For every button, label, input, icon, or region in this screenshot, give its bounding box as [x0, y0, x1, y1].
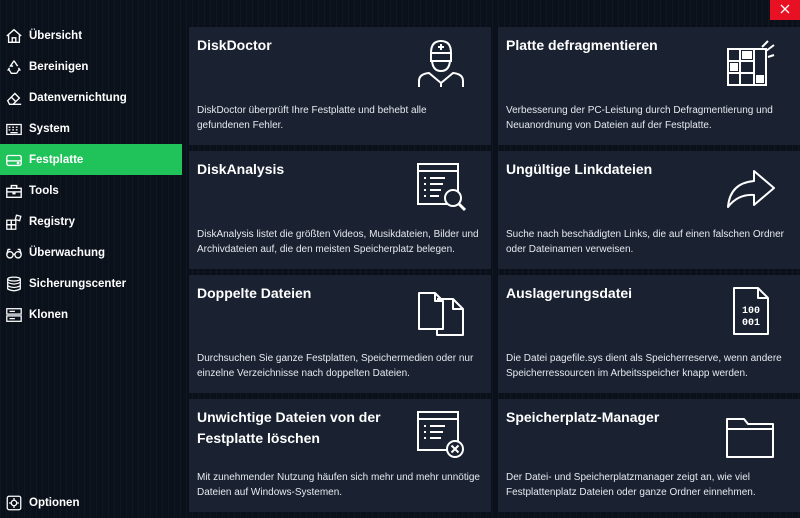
card-description: DiskDoctor überprüft Ihre Festplatte und…	[197, 105, 427, 131]
card-defragment[interactable]: Platte defragmentieren Verbesserung der …	[498, 27, 800, 145]
card-title: Doppelte Dateien	[197, 285, 312, 301]
close-icon	[780, 1, 790, 19]
sidebar-item-bereinigen[interactable]: Bereinigen	[0, 51, 182, 82]
binary-file-icon: 100 001	[724, 285, 776, 337]
sidebar-item-label: Klonen	[29, 308, 68, 321]
sidebar-item-tools[interactable]: Tools	[0, 175, 182, 206]
sidebar-item-system[interactable]: System	[0, 113, 182, 144]
card-description: Der Datei- und Speicherplatzmanager zeig…	[506, 472, 756, 498]
card-invalid-links[interactable]: Ungültige Linkdateien Suche nach beschäd…	[498, 151, 800, 269]
hard-disk-icon	[4, 150, 24, 170]
card-title: DiskAnalysis	[197, 161, 285, 177]
card-junk-files[interactable]: Unwichtige Dateien von der Festplatte lö…	[189, 399, 491, 512]
sidebar-item-klonen[interactable]: Klonen	[0, 299, 182, 330]
clone-icon	[4, 305, 24, 325]
sidebar-item-label: Überwachung	[29, 246, 106, 259]
card-description: DiskAnalysis listet die größten Videos, …	[197, 229, 479, 255]
sidebar-item-ubersicht[interactable]: Übersicht	[0, 20, 182, 51]
card-title: Ungültige Linkdateien	[506, 161, 653, 177]
card-space-manager[interactable]: Speicherplatz-Manager Der Datei- und Spe…	[498, 399, 800, 512]
sidebar-item-uberwachung[interactable]: Überwachung	[0, 237, 182, 268]
card-title: Auslagerungsdatei	[506, 285, 633, 301]
svg-text:001: 001	[742, 318, 760, 329]
gear-icon	[4, 493, 24, 513]
sidebar-item-festplatte[interactable]: Festplatte	[0, 144, 182, 175]
card-title: Speicherplatz-Manager	[506, 409, 660, 425]
sidebar-item-sicherungscenter[interactable]: Sicherungscenter	[0, 268, 182, 299]
card-title: DiskDoctor	[197, 37, 272, 53]
card-pagefile[interactable]: Auslagerungsdatei 100 001 Die Datei page…	[498, 275, 800, 393]
card-duplicate-files[interactable]: Doppelte Dateien Durchsuchen Sie ganze F…	[189, 275, 491, 393]
share-arrow-icon	[724, 161, 776, 213]
magnifier-document-icon	[415, 161, 467, 213]
keyboard-icon	[4, 119, 24, 139]
defrag-icon	[724, 37, 776, 89]
glasses-icon	[4, 243, 24, 263]
close-button[interactable]	[770, 0, 800, 20]
sidebar-item-registry[interactable]: Registry	[0, 206, 182, 237]
card-description: Suche nach beschädigten Links, die auf e…	[506, 229, 784, 255]
sidebar: Übersicht Bereinigen Datenvernichtung Sy…	[0, 0, 182, 512]
delete-document-icon	[415, 409, 467, 461]
card-description: Verbesserung der PC-Leistung durch Defra…	[506, 105, 773, 131]
card-description: Durchsuchen Sie ganze Festplatten, Speic…	[197, 353, 474, 379]
sidebar-item-label: Sicherungscenter	[29, 277, 127, 290]
options-label: Optionen	[29, 496, 80, 509]
sidebar-item-label: Tools	[29, 184, 59, 197]
folder-icon	[724, 409, 776, 461]
sidebar-item-label: Datenvernichtung	[29, 91, 127, 104]
doctor-icon	[415, 37, 467, 89]
options-button[interactable]: Optionen	[0, 487, 182, 518]
sidebar-item-label: Registry	[29, 215, 76, 228]
svg-text:100: 100	[742, 306, 760, 317]
eraser-icon	[4, 88, 24, 108]
duplicate-files-icon	[415, 285, 467, 337]
card-title: Unwichtige Dateien von der Festplatte lö…	[197, 409, 381, 446]
card-description: Mit zunehmender Nutzung häufen sich mehr…	[197, 472, 480, 498]
card-title: Platte defragmentieren	[506, 37, 658, 53]
toolbox-icon	[4, 181, 24, 201]
registry-icon	[4, 212, 24, 232]
card-diskanalysis[interactable]: DiskAnalysis DiskAnalysis listet die grö…	[189, 151, 491, 269]
sidebar-item-datenvernichtung[interactable]: Datenvernichtung	[0, 82, 182, 113]
sidebar-item-label: Übersicht	[29, 29, 83, 42]
sidebar-item-label: Bereinigen	[29, 60, 89, 73]
card-diskdoctor[interactable]: DiskDoctor DiskDoctor überprüft Ihre Fes…	[189, 27, 491, 145]
recycle-icon	[4, 57, 24, 77]
card-description: Die Datei pagefile.sys dient als Speiche…	[506, 353, 782, 379]
sidebar-item-label: Festplatte	[29, 153, 84, 166]
database-icon	[4, 274, 24, 294]
sidebar-item-label: System	[29, 122, 70, 135]
home-icon	[4, 26, 24, 46]
